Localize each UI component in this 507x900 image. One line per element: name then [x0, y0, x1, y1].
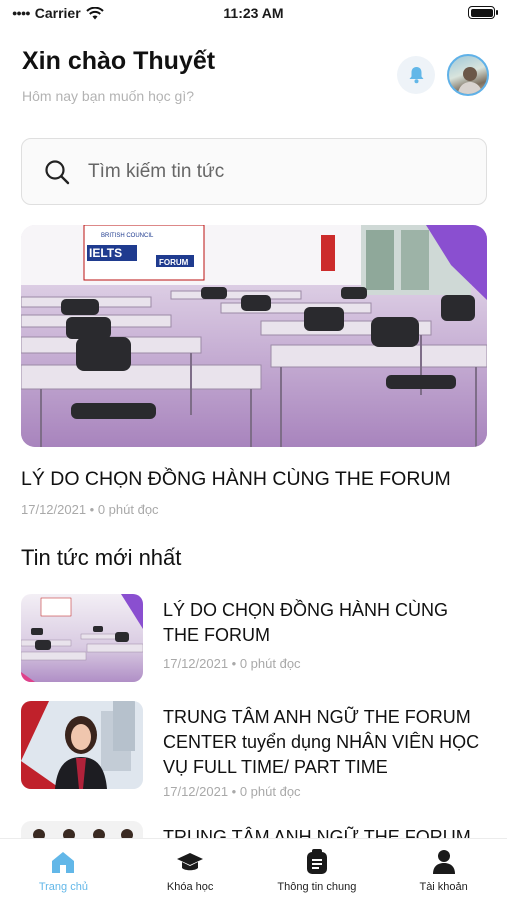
tab-general-info[interactable]: Thông tin chung [254, 839, 381, 900]
banner-brand-text: BRITISH COUNCIL [101, 233, 154, 239]
search-box[interactable] [21, 138, 487, 205]
battery-icon [468, 6, 498, 19]
news-thumbnail [21, 594, 143, 682]
avatar-photo [457, 67, 483, 94]
classroom-photo: IELTS BRITISH COUNCIL FORUM [21, 225, 487, 447]
news-thumbnail [21, 821, 143, 838]
news-meta: 17/12/2021 • 0 phút đọc [163, 656, 301, 671]
search-input[interactable] [88, 160, 468, 183]
tab-home[interactable]: Trang chủ [0, 839, 127, 900]
search-icon [45, 159, 70, 184]
featured-news-title[interactable]: LÝ DO CHỌN ĐỒNG HÀNH CÙNG THE FORUM [21, 468, 491, 491]
status-bar: ●●●● Carrier 11:23 AM [0, 0, 507, 28]
avatar[interactable] [447, 54, 489, 96]
news-thumbnail [21, 701, 143, 789]
news-title: TRUNG TÂM ANH NGỮ THE FORUM CENTER tuyển… [163, 707, 480, 777]
news-meta: 17/12/2021 • 0 phút đọc [163, 784, 301, 799]
tab-courses-label: Khóa học [166, 881, 214, 893]
news-list-item[interactable]: TRUNG TÂM ANH NGỮ THE FORUM [21, 821, 491, 838]
clock: 11:23 AM [223, 5, 284, 21]
tab-account[interactable]: Tài khoản [380, 839, 507, 900]
info-card-icon [306, 849, 327, 874]
banner-partner-text: FORUM [159, 258, 189, 267]
featured-news-meta: 17/12/2021 • 0 phút đọc [21, 502, 159, 517]
greeting-title: Xin chào Thuyết [22, 47, 216, 75]
home-icon [52, 852, 75, 873]
tab-courses[interactable]: Khóa học [127, 839, 254, 900]
tab-general-info-label: Thông tin chung [277, 881, 357, 893]
news-title: TRUNG TÂM ANH NGỮ THE FORUM [163, 827, 471, 838]
latest-news-heading: Tin tức mới nhất [21, 545, 182, 570]
bottom-tab-bar: Trang chủ Khóa học Thông tin chung Tài k… [0, 838, 507, 900]
graduation-cap-icon [177, 853, 204, 871]
greeting-subtitle: Hôm nay bạn muốn học gì? [22, 88, 194, 104]
news-list-item[interactable]: TRUNG TÂM ANH NGỮ THE FORUM CENTER tuyển… [21, 701, 491, 811]
featured-news-image[interactable]: IELTS BRITISH COUNCIL FORUM [21, 225, 487, 447]
news-list-item[interactable]: LÝ DO CHỌN ĐỒNG HÀNH CÙNG THE FORUM 17/1… [21, 594, 491, 694]
news-title: LÝ DO CHỌN ĐỒNG HÀNH CÙNG THE FORUM [163, 600, 449, 645]
tab-account-label: Tài khoản [419, 881, 468, 893]
user-icon [432, 850, 455, 874]
notification-button[interactable] [397, 56, 435, 94]
banner-ielts-text: IELTS [89, 246, 122, 260]
tab-home-label: Trang chủ [38, 881, 88, 893]
bell-icon [409, 67, 423, 84]
